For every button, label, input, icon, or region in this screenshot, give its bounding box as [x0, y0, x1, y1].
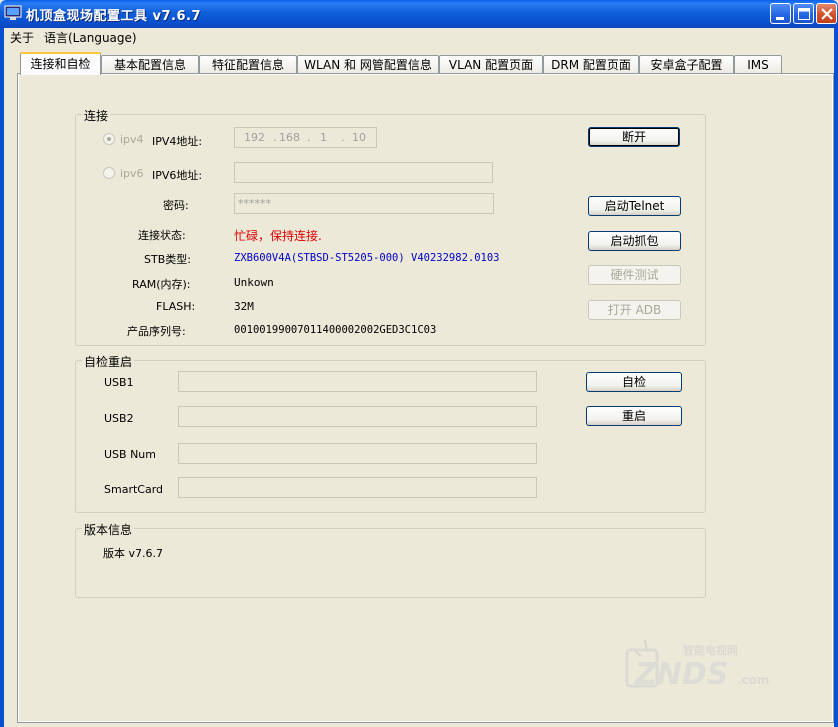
stb-type-value: ZXB600V4A(STBSD-ST5205-000) V40232982.01… — [234, 252, 500, 264]
connection-group-title: 连接 — [82, 107, 111, 124]
znds-watermark: 智能电视网 ZNDS .com — [625, 628, 795, 698]
tab-android-box[interactable]: 安卓盒子配置 — [639, 55, 734, 74]
status-value: 忙碌，保持连接. — [234, 229, 322, 243]
usb-num-field[interactable] — [178, 443, 537, 464]
window-frame-right — [834, 28, 838, 727]
usb1-field[interactable] — [178, 371, 537, 392]
ipv6-radio-label: ipv6 — [120, 167, 144, 180]
menu-language[interactable]: 语言(Language) — [40, 29, 141, 46]
title-bar[interactable]: 机顶盒现场配置工具 v7.6.7 — [0, 0, 838, 28]
password-input[interactable] — [235, 194, 493, 213]
tab-feature-config[interactable]: 特征配置信息 — [199, 55, 297, 74]
version-text: 版本 v7.6.7 — [103, 547, 163, 560]
ipv4-label: IPV4地址: — [152, 135, 203, 148]
usb1-label: USB1 — [104, 376, 134, 389]
ipv6-radio[interactable] — [103, 167, 115, 179]
serial-label: 产品序列号: — [127, 325, 186, 338]
password-field[interactable] — [234, 193, 494, 214]
usb2-field[interactable] — [178, 406, 537, 427]
selftest-group-title: 自检重启 — [82, 353, 135, 370]
smartcard-label: SmartCard — [104, 483, 164, 496]
ipv4-octet-2: 168 — [279, 131, 300, 144]
watermark-top: 智能电视网 — [683, 643, 738, 657]
ram-value: Unkown — [234, 276, 274, 289]
tab-ims[interactable]: IMS — [734, 55, 782, 74]
hardware-test-button[interactable]: 硬件测试 — [588, 265, 681, 285]
serial-value: 00100199007011400002002GED3C1C03 — [234, 324, 437, 336]
minimize-button[interactable] — [770, 3, 791, 24]
version-group-title: 版本信息 — [82, 521, 135, 538]
ram-label: RAM(内存): — [132, 278, 191, 291]
ipv6-label: IPV6地址: — [152, 169, 203, 182]
window-frame-left — [0, 28, 4, 727]
close-button[interactable] — [816, 3, 837, 24]
smartcard-field[interactable] — [178, 477, 537, 498]
menu-bar: 关于 语言(Language) — [4, 28, 834, 46]
flash-label: FLASH: — [156, 300, 196, 313]
usb2-label: USB2 — [104, 412, 134, 425]
reboot-button[interactable]: 重启 — [586, 406, 682, 426]
ipv4-radio-label: ipv4 — [120, 133, 144, 146]
selftest-button[interactable]: 自检 — [586, 372, 682, 392]
maximize-button[interactable] — [793, 3, 814, 24]
ipv4-radio[interactable] — [103, 133, 115, 145]
window-title: 机顶盒现场配置工具 v7.6.7 — [26, 9, 202, 24]
app-icon — [4, 5, 22, 21]
ipv4-octet-3: 1 — [320, 131, 327, 144]
status-label: 连接状态: — [138, 229, 186, 242]
stb-type-label: STB类型: — [144, 253, 191, 266]
tab-drm-config[interactable]: DRM 配置页面 — [543, 55, 639, 74]
ipv4-octet-4: 10 — [352, 131, 366, 144]
ipv6-field[interactable] — [234, 162, 493, 183]
tab-vlan-config[interactable]: VLAN 配置页面 — [439, 55, 543, 74]
flash-value: 32M — [234, 300, 254, 313]
start-telnet-button[interactable]: 启动Telnet — [588, 196, 681, 216]
menu-about[interactable]: 关于 — [6, 29, 38, 46]
password-label: 密码: — [163, 199, 189, 212]
open-adb-button[interactable]: 打开 ADB — [588, 300, 681, 320]
version-group: 版本信息 — [75, 521, 706, 598]
tab-basic-config[interactable]: 基本配置信息 — [101, 55, 199, 74]
start-capture-button[interactable]: 启动抓包 — [588, 231, 681, 251]
ipv4-octet-1: 192 — [244, 131, 265, 144]
watermark-brand: ZNDS — [634, 657, 728, 692]
tab-wlan-netmgmt[interactable]: WLAN 和 网管配置信息 — [297, 55, 439, 74]
watermark-suffix: .com — [737, 673, 769, 687]
usb-num-label: USB Num — [104, 448, 156, 461]
ipv4-field[interactable]: 192 . 168 . 1 . 10 — [234, 127, 377, 148]
tab-connection-selftest[interactable]: 连接和自检 — [20, 52, 101, 75]
disconnect-button[interactable]: 断开 — [588, 127, 680, 147]
